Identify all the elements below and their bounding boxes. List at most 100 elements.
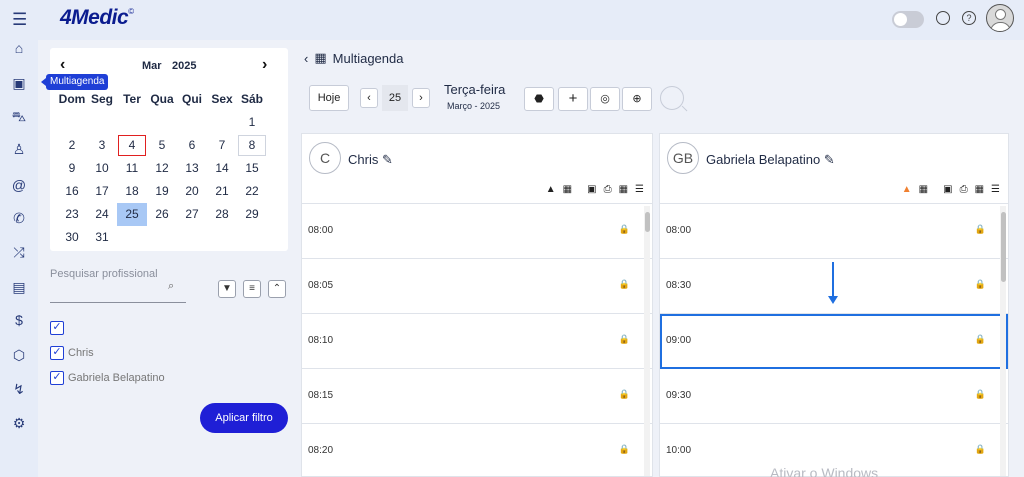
lock-icon[interactable]: 🔒: [975, 334, 986, 345]
time-slot[interactable]: 09:30 🔒: [660, 369, 1008, 424]
calendar-day[interactable]: 31: [87, 226, 117, 249]
calendar-day[interactable]: 22: [237, 180, 267, 203]
calendar-day[interactable]: 20: [177, 180, 207, 203]
edit-icon[interactable]: ✎: [382, 152, 393, 167]
home-icon[interactable]: ⌂: [11, 40, 27, 56]
scrollbar-thumb[interactable]: [645, 212, 650, 232]
tag-button[interactable]: ⬣: [524, 87, 554, 111]
calendar-day[interactable]: 8: [237, 134, 267, 157]
calendar-day[interactable]: 12: [147, 157, 177, 180]
back-icon[interactable]: ‹: [304, 51, 308, 66]
time-slot[interactable]: 08:15 🔒: [302, 369, 652, 424]
lock-icon[interactable]: 🔒: [619, 224, 630, 235]
lock-icon[interactable]: 🔒: [975, 224, 986, 235]
user-avatar[interactable]: [986, 4, 1014, 32]
lock-icon[interactable]: 🔒: [619, 389, 630, 400]
professional-checkbox-chris[interactable]: ✓ Chris: [50, 346, 94, 360]
edit-icon[interactable]: ✎: [824, 152, 835, 167]
today-button[interactable]: Hoje: [309, 85, 349, 111]
professional-checkbox-gabriela[interactable]: ✓ Gabriela Belapatino: [50, 371, 165, 385]
calendar-day[interactable]: 24: [87, 203, 117, 226]
scrollbar-thumb[interactable]: [1001, 212, 1006, 282]
calendar-day[interactable]: 29: [237, 203, 267, 226]
time-slot[interactable]: 08:05 🔒: [302, 259, 652, 314]
print-icon[interactable]: ⎙: [960, 184, 968, 195]
dollar-icon[interactable]: $: [11, 312, 27, 328]
add-button[interactable]: +: [558, 87, 588, 111]
print-icon[interactable]: ⎙: [604, 184, 612, 195]
search-icon[interactable]: ⌕: [168, 280, 174, 293]
scrollbar[interactable]: [644, 206, 650, 476]
warning-icon[interactable]: ▲: [902, 184, 912, 195]
warning-icon[interactable]: ▲: [546, 184, 556, 195]
time-slot[interactable]: 09:00 🔒: [660, 314, 1008, 369]
calendar-next-button[interactable]: ›: [262, 56, 267, 74]
theme-toggle[interactable]: [892, 11, 924, 28]
shuffle-icon[interactable]: ⤮: [11, 244, 27, 260]
calendar-prev-button[interactable]: ‹: [60, 56, 65, 74]
search-agenda-icon[interactable]: [660, 86, 684, 110]
time-slot[interactable]: 08:20 🔒: [302, 424, 652, 476]
whatsapp-button[interactable]: ◎: [590, 87, 620, 111]
lock-icon[interactable]: 🔒: [975, 279, 986, 290]
settings-icon[interactable]: ⚙: [11, 415, 27, 431]
filter-button[interactable]: ▼: [218, 280, 236, 298]
calendar-day[interactable]: 11: [117, 157, 147, 180]
calendar-day[interactable]: 27: [177, 203, 207, 226]
search-professional-input[interactable]: [50, 302, 186, 303]
calendar-day[interactable]: 15: [237, 157, 267, 180]
calendar-day[interactable]: 30: [57, 226, 87, 249]
list-button[interactable]: ≡: [243, 280, 261, 298]
calendar-day[interactable]: 14: [207, 157, 237, 180]
lock-icon[interactable]: 🔒: [975, 444, 986, 455]
calendar-day[interactable]: 23: [57, 203, 87, 226]
lock-icon[interactable]: 🔒: [619, 334, 630, 345]
select-all-checkbox[interactable]: ✓: [50, 321, 64, 335]
calendar-day[interactable]: 16: [57, 180, 87, 203]
lock-icon[interactable]: 🔒: [619, 444, 630, 455]
list-icon[interactable]: ☰: [991, 184, 1000, 195]
calendar-day[interactable]: 3: [87, 134, 117, 157]
calendar-day[interactable]: 13: [177, 157, 207, 180]
calendar-month[interactable]: Mar: [142, 60, 162, 72]
calendar-icon[interactable]: ▣: [11, 75, 27, 91]
phone-icon[interactable]: ✆: [11, 210, 27, 226]
calendar-day[interactable]: 9: [57, 157, 87, 180]
box-icon[interactable]: ⬡: [11, 347, 27, 363]
calendar-day[interactable]: 2: [57, 134, 87, 157]
lock-icon[interactable]: 🔒: [619, 279, 630, 290]
help-icon[interactable]: ?: [962, 11, 976, 25]
collapse-button[interactable]: ⌃: [268, 280, 286, 298]
app-logo[interactable]: 4Medic©: [60, 6, 134, 30]
calendar-icon[interactable]: ▦: [563, 184, 572, 195]
clipboard-icon[interactable]: ▤: [11, 279, 27, 295]
calendar-check-icon[interactable]: ▦: [619, 184, 628, 195]
calendar-day[interactable]: 21: [207, 180, 237, 203]
unlock-icon[interactable]: ▣: [587, 184, 596, 195]
calendar-day[interactable]: 17: [87, 180, 117, 203]
calendar-day[interactable]: 26: [147, 203, 177, 226]
unlock-icon[interactable]: ▣: [943, 184, 952, 195]
time-slot[interactable]: 08:00 🔒: [302, 204, 652, 259]
calendar-day[interactable]: 7: [207, 134, 237, 157]
list-icon[interactable]: ☰: [635, 184, 644, 195]
time-slot[interactable]: 08:10 🔒: [302, 314, 652, 369]
car-icon[interactable]: ⛍: [11, 108, 27, 124]
lock-icon[interactable]: 🔒: [975, 389, 986, 400]
calendar-day[interactable]: 6: [177, 134, 207, 157]
apply-filter-button[interactable]: Aplicar filtro: [200, 403, 288, 433]
prev-day-button[interactable]: ‹: [360, 88, 378, 108]
user-icon[interactable]: ♙: [11, 141, 27, 157]
calendar-day[interactable]: 18: [117, 180, 147, 203]
chat-icon[interactable]: [936, 11, 950, 25]
time-slot[interactable]: 08:00 🔒: [660, 204, 1008, 259]
calendar-day[interactable]: 1: [237, 111, 267, 134]
calendar-day[interactable]: 5: [147, 134, 177, 157]
at-icon[interactable]: @: [11, 177, 27, 193]
time-slot[interactable]: 08:30 🔒: [660, 259, 1008, 314]
chart-icon[interactable]: ↯: [11, 381, 27, 397]
calendar-day[interactable]: 28: [207, 203, 237, 226]
globe-button[interactable]: ⊕: [622, 87, 652, 111]
calendar-year[interactable]: 2025: [172, 60, 196, 72]
next-day-button[interactable]: ›: [412, 88, 430, 108]
